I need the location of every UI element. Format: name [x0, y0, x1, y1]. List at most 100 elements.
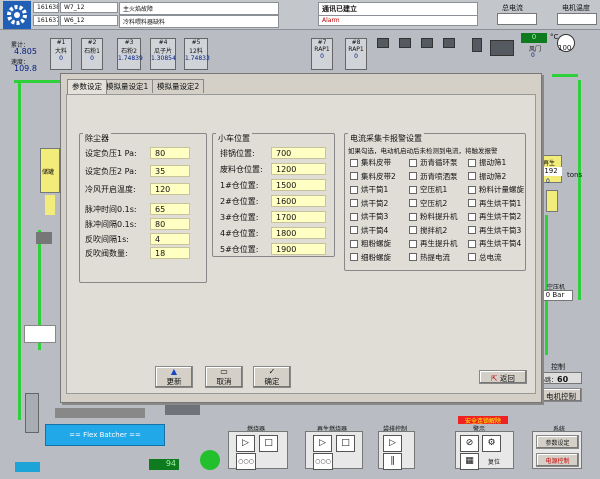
alarm-checkbox[interactable]: 再生烘干筒1 — [468, 198, 521, 209]
bin-3-position-input[interactable]: 1700 — [271, 211, 326, 223]
checkbox-label: 总电流 — [479, 252, 502, 262]
checkbox-icon[interactable] — [350, 199, 358, 207]
cold-air-temp-input[interactable]: 120 — [150, 183, 190, 195]
alarm-checkbox[interactable]: 再生烘干筒4 — [468, 238, 521, 249]
tab-analog-1[interactable]: 模拟量设定1 — [101, 79, 154, 93]
burner-more-icon[interactable]: ○○○ — [236, 453, 256, 470]
checkbox-icon[interactable] — [468, 158, 476, 167]
checkbox-icon[interactable] — [409, 158, 417, 167]
bin-8[interactable]: #8 RAP1 0 — [345, 38, 367, 70]
bin-2-position-input[interactable]: 1600 — [271, 195, 326, 207]
checkbox-icon[interactable] — [409, 226, 417, 234]
negative-pressure-1-input[interactable]: 80 — [150, 147, 190, 159]
setting-label: 冷风开启温度: — [85, 185, 136, 194]
alarm-checkbox[interactable]: 烘干筒1 — [350, 184, 388, 195]
alarm-checkbox[interactable]: 再生烘干筒2 — [468, 211, 521, 222]
cancel-button[interactable]: ▭ 取消 — [205, 366, 243, 388]
pulse-time-input[interactable]: 65 — [150, 203, 190, 215]
checkbox-icon[interactable] — [468, 199, 476, 207]
checkbox-icon[interactable] — [468, 185, 476, 194]
flex-batcher-label: == Flex Batcher == — [45, 424, 165, 446]
alarm-checkbox[interactable]: 搅拌机2 — [409, 225, 447, 236]
checkbox-icon[interactable] — [468, 239, 476, 248]
alarm-checkbox[interactable]: 烘干筒4 — [350, 225, 388, 236]
alarm-checkbox[interactable]: 总电流 — [468, 252, 502, 263]
recycle-burner-stop-icon[interactable]: □ — [336, 435, 355, 452]
alarm-checkbox[interactable]: 集料皮带2 — [350, 171, 396, 182]
negative-pressure-2-input[interactable]: 35 — [150, 165, 190, 177]
alarm-checkbox[interactable]: 细粉螺旋 — [350, 252, 391, 263]
bin-5-position-input[interactable]: 1900 — [271, 243, 326, 255]
checkbox-icon[interactable] — [350, 172, 358, 180]
checkbox-icon[interactable] — [350, 253, 358, 261]
checkbox-label: 烘干筒1 — [361, 185, 389, 194]
bin-3[interactable]: #3 石粉2 1.74839 — [117, 38, 143, 70]
bin-4[interactable]: #4 瓜子片 1.30854 — [150, 38, 176, 70]
bin-4-position-input[interactable]: 1800 — [271, 227, 326, 239]
green-pipe — [18, 80, 21, 420]
blowback-interval-input[interactable]: 4 — [150, 233, 190, 245]
update-button[interactable]: ▲ 更新 — [155, 366, 193, 388]
setting-label: 反吹阀数量: — [85, 249, 128, 258]
checkbox-icon[interactable] — [409, 253, 417, 261]
tab-parameter-settings[interactable]: 参数设定 — [67, 79, 107, 94]
alarm-checkbox[interactable]: 振动筛2 — [468, 171, 506, 182]
recycle-burner-more-icon[interactable]: ○○○ — [313, 453, 333, 470]
burner-stop-icon[interactable]: □ — [259, 435, 278, 452]
tab-analog-2[interactable]: 模拟量设定2 — [152, 79, 205, 93]
alarm-checkbox[interactable]: 沥青循环泵 — [409, 157, 458, 168]
alarm-checkbox[interactable]: 沥青喷洒泵 — [409, 171, 458, 182]
recycle-silo-value: 192 — [540, 167, 562, 176]
pulse-interval-input[interactable]: 80 — [150, 218, 190, 230]
alarm-checkbox[interactable]: 粗粉螺旋 — [350, 238, 391, 249]
alarm-checkbox[interactable]: 空压机1 — [409, 184, 447, 195]
pot-position-input[interactable]: 700 — [271, 147, 326, 159]
bin-7[interactable]: #7 RAP1 0 — [311, 38, 333, 70]
checkbox-icon[interactable] — [350, 212, 358, 221]
param-settings-button[interactable]: 参数设定 — [536, 435, 579, 449]
alarm-checkbox[interactable]: 烘干筒2 — [350, 198, 388, 209]
bin-2[interactable]: #2 石粉1 0 — [81, 38, 103, 70]
alarm-checkbox[interactable]: 再生提升机 — [409, 238, 458, 249]
reset-label[interactable]: 复位 — [488, 457, 500, 466]
blowback-valve-count-input[interactable]: 18 — [150, 247, 190, 259]
checkbox-icon[interactable] — [409, 172, 417, 180]
alarm-checkbox[interactable]: 烘干筒3 — [350, 211, 388, 222]
grid-icon[interactable]: ▦ — [460, 453, 479, 470]
checkbox-icon[interactable] — [468, 172, 476, 180]
ok-button[interactable]: ✓ 确定 — [253, 366, 291, 388]
alarm-checkbox[interactable]: 振动筛1 — [468, 157, 506, 168]
checkbox-icon[interactable] — [409, 212, 417, 221]
checkbox-icon[interactable] — [409, 199, 417, 207]
bin-5[interactable]: #5 12料 1.74833 — [184, 38, 210, 70]
checkbox-icon[interactable] — [350, 226, 358, 234]
alarm-checkbox[interactable]: 热提电流 — [409, 252, 450, 263]
checkbox-icon[interactable] — [350, 158, 358, 167]
back-button[interactable]: ⇱ 返回 — [479, 370, 527, 384]
checkbox-icon[interactable] — [409, 239, 417, 248]
burner-start-icon[interactable]: ▷ — [236, 435, 255, 452]
recycle-burner-start-icon[interactable]: ▷ — [313, 435, 332, 452]
checkbox-icon[interactable] — [350, 185, 358, 194]
bag-start-icon[interactable]: ▷ — [383, 435, 402, 452]
bin-1[interactable]: #1 大料 0 — [50, 38, 72, 70]
waste-bin-position-input[interactable]: 1200 — [271, 163, 326, 175]
alarm-checkbox[interactable]: 再生烘干筒3 — [468, 225, 521, 236]
checkbox-icon[interactable] — [468, 212, 476, 221]
alarm-checkbox[interactable]: 粉料提升机 — [409, 211, 458, 222]
settings-icon[interactable]: ⚙ — [482, 435, 501, 452]
alarm-checkbox[interactable]: 空压机2 — [409, 198, 447, 209]
bin-1-position-input[interactable]: 1500 — [271, 179, 326, 191]
alarm-checkbox[interactable]: 粉料计量螺旋 — [468, 184, 524, 195]
bag-pause-icon[interactable]: ∥ — [383, 453, 402, 470]
motor-temp-label: 电机温度 — [562, 4, 590, 12]
power-control-button[interactable]: 电源控制 — [536, 453, 579, 467]
checkbox-icon[interactable] — [409, 185, 417, 194]
motor-control-button[interactable]: 电机控制 — [540, 388, 582, 402]
checkbox-icon[interactable] — [468, 226, 476, 234]
no-entry-icon[interactable]: ⊘ — [460, 435, 479, 452]
checkbox-icon[interactable] — [468, 253, 476, 261]
checkbox-icon[interactable] — [350, 239, 358, 248]
alarm-checkbox[interactable]: 集料皮带 — [350, 157, 391, 168]
conveyor-block — [472, 38, 482, 52]
